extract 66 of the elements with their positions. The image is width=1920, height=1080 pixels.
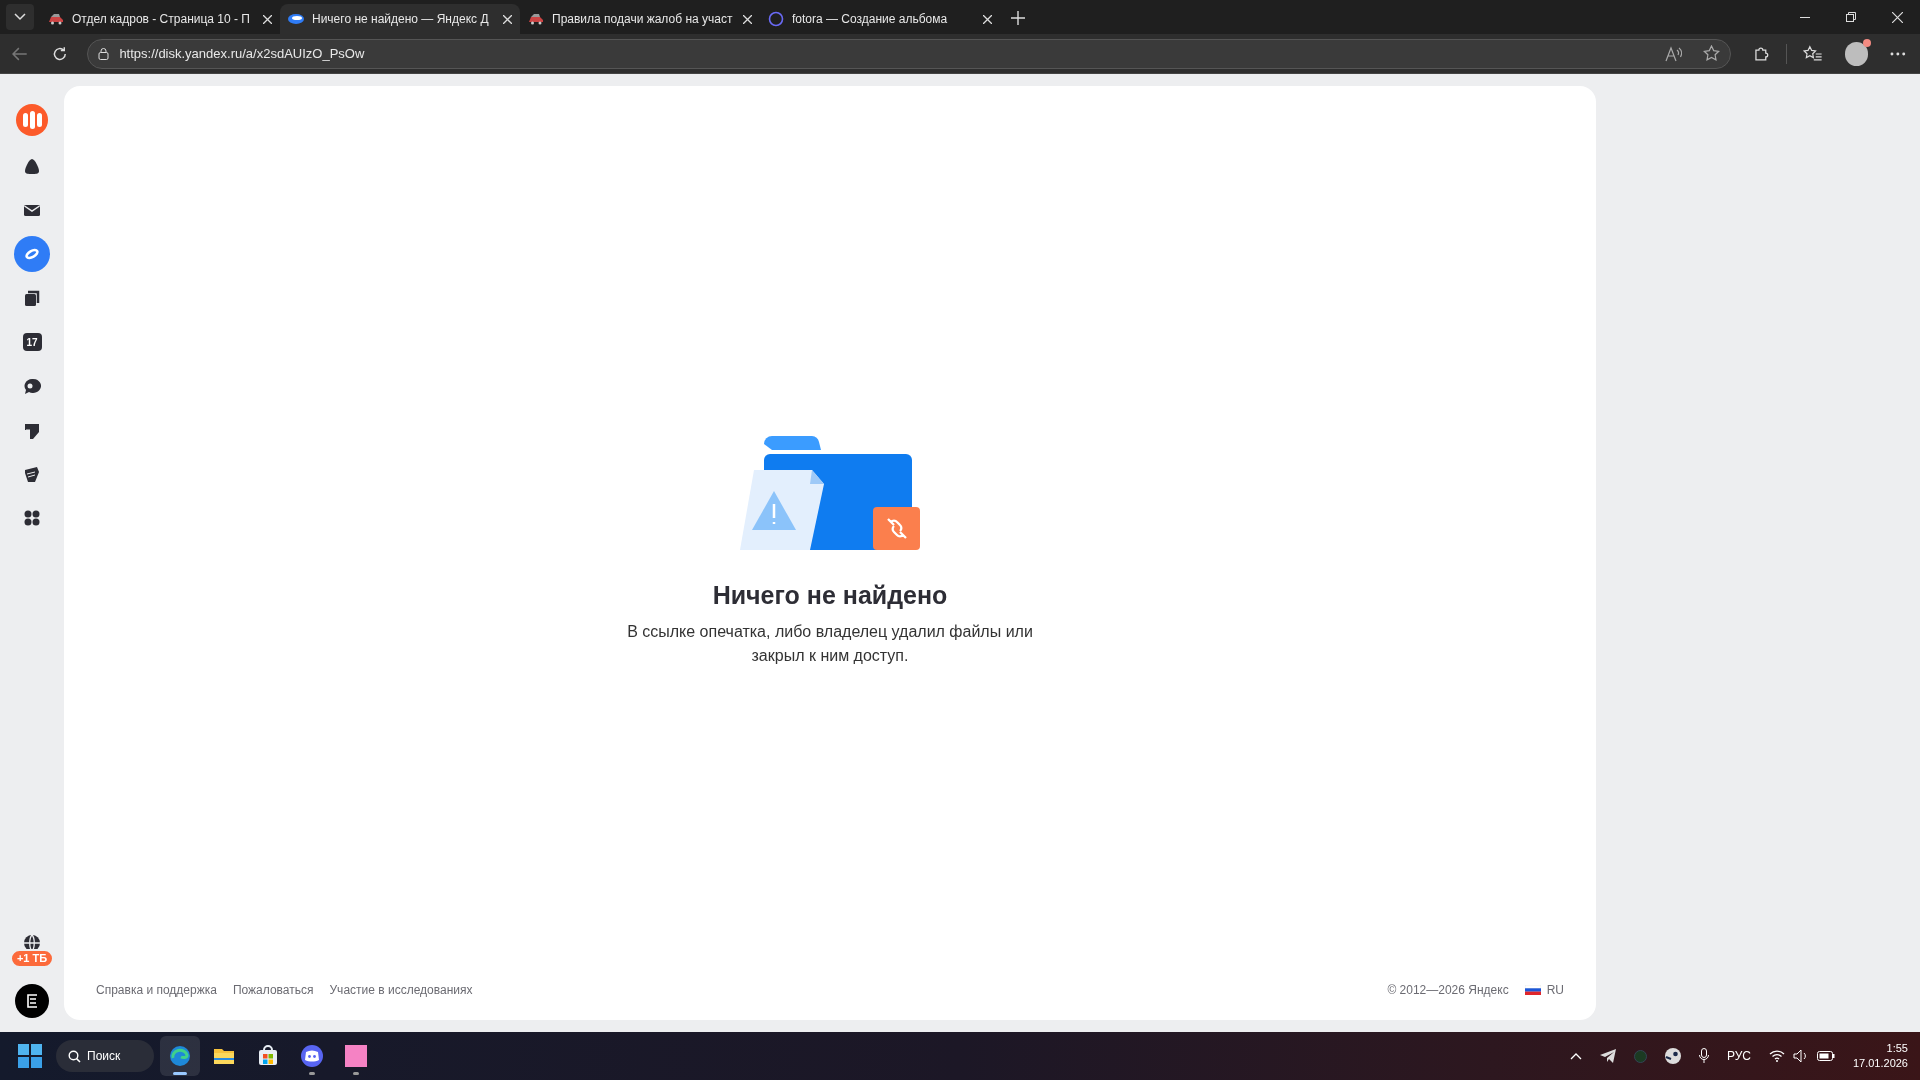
sidebar-item[interactable]: 17 [14, 324, 50, 360]
ring-icon [768, 11, 784, 27]
cloud-disk-icon [288, 13, 304, 25]
copyright-text: © 2012—2026 Яндекс [1387, 982, 1509, 999]
close-icon[interactable] [983, 14, 992, 24]
browser-tab[interactable]: Правила подачи жалоб на участ [520, 4, 760, 34]
running-indicator [353, 1072, 359, 1075]
search-icon [68, 1049, 81, 1063]
clock[interactable]: 1:55 17.01.2026 [1852, 1041, 1908, 1071]
close-icon[interactable] [743, 14, 752, 24]
read-aloud-icon[interactable] [1664, 45, 1683, 62]
favorites-icon[interactable] [1803, 44, 1823, 63]
account-logo-icon [25, 993, 39, 1009]
taskbar-app[interactable] [160, 1036, 200, 1076]
browser-tab[interactable]: fotora — Создание альбома [760, 4, 1000, 34]
wifi-icon[interactable] [1768, 1050, 1785, 1062]
close-icon [1891, 11, 1903, 23]
browser-tab[interactable]: Ничего не найдено — Яндекс Д [280, 4, 520, 34]
paper-plane-icon[interactable] [1599, 1049, 1616, 1063]
car-icon [48, 13, 64, 25]
logo-icon[interactable] [16, 104, 48, 136]
calendar-icon: 17 [22, 333, 42, 351]
language-switcher[interactable]: RU [1524, 981, 1564, 999]
running-indicator [173, 1072, 187, 1075]
start-icon[interactable] [18, 1044, 42, 1068]
steam-icon[interactable] [1664, 1048, 1681, 1064]
star-icon[interactable] [1702, 45, 1720, 62]
restore-icon [1846, 12, 1856, 22]
browser-tab[interactable]: Отдел кадров - Страница 10 - П [40, 4, 280, 34]
close-icon[interactable] [503, 14, 512, 24]
reload-icon[interactable] [51, 45, 68, 62]
footer-link[interactable]: Пожаловаться [232, 981, 314, 999]
empty-state-title: Ничего не найдено [712, 579, 948, 611]
flag-icon [1524, 985, 1541, 995]
minimize-icon [1800, 16, 1810, 18]
lock-icon [98, 47, 110, 60]
url-text: https://disk.yandex.ru/a/x2sdAUIzO_PsOw [119, 44, 365, 63]
profile-avatar[interactable] [1844, 41, 1869, 66]
taskbar-search[interactable]: Поиск [56, 1040, 154, 1072]
input-language[interactable]: РУС [1726, 1047, 1751, 1065]
close-icon[interactable] [263, 14, 272, 24]
chevron-up-icon[interactable] [1569, 1052, 1582, 1060]
chevron-down-icon [14, 13, 26, 21]
plus-icon [1011, 11, 1025, 25]
battery-icon[interactable] [1816, 1050, 1835, 1062]
footer-link[interactable]: Справка и поддержка [96, 981, 217, 999]
account-avatar[interactable] [15, 984, 49, 1018]
empty-state-message: В ссылке опечатка, либо владелец удалил файлы или закрыл к ним доступ. [626, 622, 1034, 667]
stacked-squares-icon [22, 288, 42, 308]
speaker-icon[interactable] [1792, 1049, 1809, 1063]
car-icon [528, 13, 544, 25]
chat-app-icon [300, 1044, 324, 1068]
back-icon[interactable] [12, 46, 28, 61]
store-icon [256, 1044, 280, 1068]
extensions-icon[interactable] [1752, 44, 1771, 63]
apps-grid-icon [22, 508, 42, 528]
footer-link[interactable]: Участие в исследованиях [329, 981, 473, 999]
microphone-icon[interactable] [1698, 1048, 1709, 1064]
more-icon[interactable] [1890, 51, 1906, 56]
drop-icon [22, 156, 42, 176]
edge-browser-icon [168, 1044, 192, 1068]
running-indicator [309, 1072, 315, 1075]
address-bar[interactable]: https://disk.yandex.ru/a/x2sdAUIzO_PsOw [87, 38, 1731, 69]
square-app-icon [344, 1044, 368, 1068]
chat-bubble-icon [22, 376, 42, 396]
tab-list-button[interactable] [6, 4, 34, 30]
